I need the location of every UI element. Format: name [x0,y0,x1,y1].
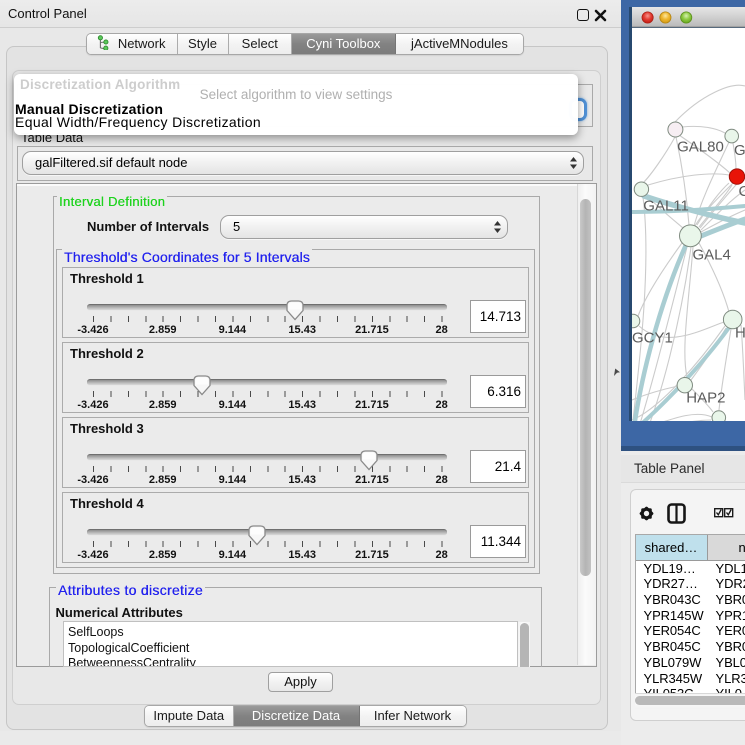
svg-text:GAL4: GAL4 [693,247,731,264]
svg-text:GAL11: GAL11 [643,198,689,215]
svg-text:G: G [734,142,745,159]
svg-text:GCY1: GCY1 [632,330,673,347]
svg-text:H: H [735,325,745,342]
svg-text:GAL80: GAL80 [677,139,724,156]
svg-text:HAP2: HAP2 [686,390,725,407]
svg-text:C: C [739,183,745,200]
